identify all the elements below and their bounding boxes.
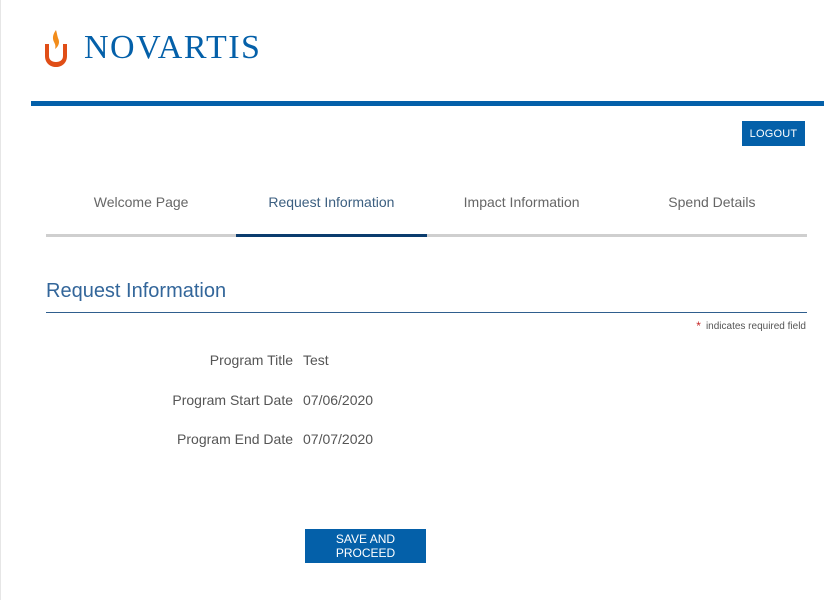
section-title: Request Information (46, 280, 227, 302)
tab-welcome-page[interactable]: Welcome Page (46, 176, 237, 237)
field-label: Program Title (209, 352, 293, 368)
header-divider (31, 101, 824, 106)
tab-label: Impact Information (463, 194, 580, 210)
tab-label: Welcome Page (93, 194, 189, 210)
field-program-end-date: Program End Date 07/07/2020 (1, 429, 701, 449)
required-star-icon: * (696, 319, 701, 333)
required-field-note: * indicates required field (696, 319, 806, 333)
novartis-logo: NOVARTIS (41, 26, 261, 70)
required-note-text: indicates required field (705, 320, 806, 332)
field-value: Test (303, 352, 329, 368)
field-program-start-date: Program Start Date 07/06/2020 (1, 390, 701, 410)
tab-request-information[interactable]: Request Information (236, 176, 427, 237)
brand-name: NOVARTIS (84, 29, 262, 66)
save-and-proceed-button[interactable]: SAVE AND PROCEED (305, 529, 426, 563)
step-tabs: Welcome Page Request Information Impact … (46, 176, 807, 237)
tab-label: Request Information (268, 194, 395, 210)
novartis-flame-icon (45, 30, 67, 67)
field-program-title: Program Title Test (1, 350, 701, 370)
logout-button[interactable]: LOGOUT (742, 121, 805, 146)
page: NOVARTIS LOGOUT Welcome Page Request Inf… (0, 0, 831, 600)
tab-label: Spend Details (668, 194, 756, 210)
tab-spend-details[interactable]: Spend Details (616, 176, 807, 237)
field-label: Program Start Date (172, 392, 293, 408)
section-divider (46, 312, 807, 313)
field-value: 07/06/2020 (303, 392, 374, 408)
tab-impact-information[interactable]: Impact Information (426, 176, 617, 237)
field-value: 07/07/2020 (303, 431, 374, 447)
field-label: Program End Date (177, 431, 293, 447)
